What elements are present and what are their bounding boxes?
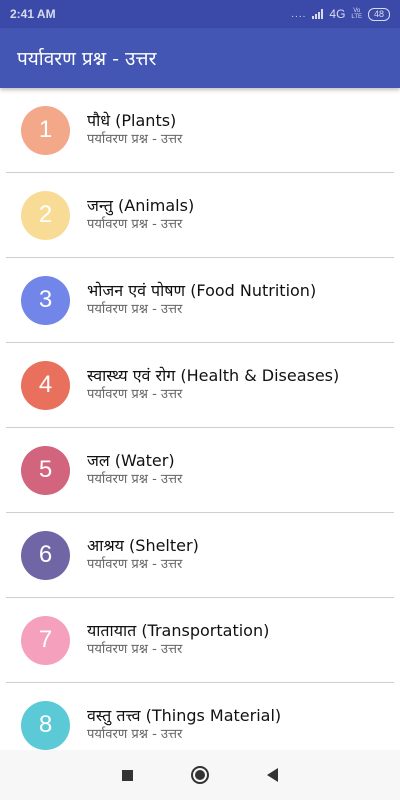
list-item-text: आश्रय (Shelter) पर्यावरण प्रश्न - उत्तर [87,536,199,574]
list-item-subtitle: पर्यावरण प्रश्न - उत्तर [87,132,183,147]
list-item[interactable]: 4 स्वास्थ्य एवं रोग (Health & Diseases) पर… [6,343,394,428]
back-triangle-icon[interactable] [267,768,278,782]
list-item-subtitle: पर्यावरण प्रश्न - उत्तर [87,727,183,742]
app-title: पर्यावरण प्रश्न - उत्तर [17,48,157,70]
signal-icon [312,9,324,19]
list-item-text: वस्तु तत्त्व (Things Material) पर्यावरण प… [87,706,281,744]
notification-dots: .... [291,8,307,20]
number-badge: 6 [21,530,70,580]
list-item[interactable]: 8 वस्तु तत्त्व (Things Material) पर्यावरण … [6,683,394,750]
list-item[interactable]: 3 भोजन एवं पोषण (Food Nutrition) पर्यावरण … [6,258,394,343]
list-item-subtitle: पर्यावरण प्रश्न - उत्तर [87,557,183,572]
list-item-subtitle: पर्यावरण प्रश्न - उत्तर [87,387,183,402]
number-badge: 2 [21,190,70,240]
status-icons: .... 4G Vo LTE 48 [291,7,390,21]
list-item-title: आश्रय (Shelter) [87,536,199,555]
home-circle-icon[interactable] [191,766,209,784]
number-badge: 5 [21,445,70,495]
list-item-title: जल (Water) [87,451,175,470]
list-item-title: यातायात (Transportation) [87,621,270,640]
list-item-subtitle: पर्यावरण प्रश्न - उत्तर [87,642,183,657]
number-badge: 3 [21,275,70,325]
list-item-text: स्वास्थ्य एवं रोग (Health & Diseases) पर्… [87,366,339,404]
status-bar: 2:41 AM .... 4G Vo LTE 48 [0,0,400,28]
list-item[interactable]: 7 यातायात (Transportation) पर्यावरण प्रश्न… [6,598,394,683]
list-item-title: पौधे (Plants) [87,111,177,130]
list-item[interactable]: 6 आश्रय (Shelter) पर्यावरण प्रश्न - उत्तर [6,513,394,598]
number-badge: 7 [21,615,70,665]
home-circle-inner [195,770,205,780]
list-item[interactable]: 2 जन्तु (Animals) पर्यावरण प्रश्न - उत्तर [6,173,394,258]
volte-bottom: LTE [351,14,362,20]
volte-icon: Vo LTE [351,8,362,20]
topic-list[interactable]: 1 पौधे (Plants) पर्यावरण प्रश्न - उत्तर 2 जन… [0,88,400,750]
battery-icon: 48 [367,7,390,21]
list-item[interactable]: 1 पौधे (Plants) पर्यावरण प्रश्न - उत्तर [6,88,394,173]
network-type: 4G [329,7,346,21]
list-item-text: पौधे (Plants) पर्यावरण प्रश्न - उत्तर [87,111,182,149]
number-badge: 1 [21,105,70,155]
list-item-title: वस्तु तत्त्व (Things Material) [87,706,282,725]
navigation-bar [0,750,400,800]
list-item-text: जन्तु (Animals) पर्यावरण प्रश्न - उत्तर [87,196,194,234]
status-time: 2:41 AM [10,7,56,21]
number-badge: 8 [21,700,70,750]
list-item-text: भोजन एवं पोषण (Food Nutrition) पर्यावरण प… [87,281,316,319]
recents-square-icon[interactable] [122,769,133,781]
list-item-title: जन्तु (Animals) [87,196,195,215]
list-item-subtitle: पर्यावरण प्रश्न - उत्तर [87,217,183,232]
number-badge: 4 [21,360,70,410]
list-item-title: स्वास्थ्य एवं रोग (Health & Diseases) [87,366,340,385]
list-item[interactable]: 5 जल (Water) पर्यावरण प्रश्न - उत्तर [6,428,394,513]
list-item-subtitle: पर्यावरण प्रश्न - उत्तर [87,302,183,317]
list-item-title: भोजन एवं पोषण (Food Nutrition) [87,281,317,300]
list-item-text: यातायात (Transportation) पर्यावरण प्रश्न … [87,621,269,659]
list-item-subtitle: पर्यावरण प्रश्न - उत्तर [87,472,183,487]
list-item-text: जल (Water) पर्यावरण प्रश्न - उत्तर [87,451,182,489]
app-bar: पर्यावरण प्रश्न - उत्तर [0,28,400,88]
